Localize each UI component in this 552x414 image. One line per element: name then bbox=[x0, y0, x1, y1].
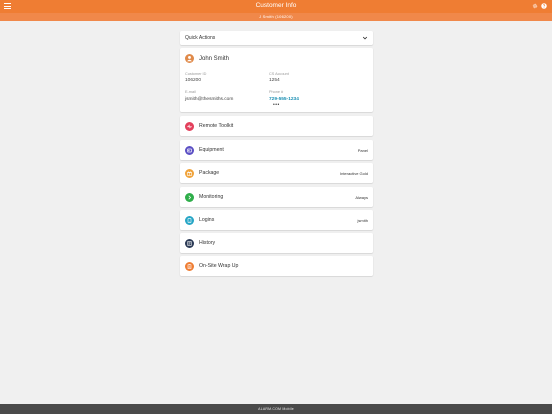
row-equipment[interactable]: Equipment Panel bbox=[180, 140, 373, 160]
gear-icon[interactable] bbox=[532, 3, 538, 9]
phone-label: Phone # bbox=[269, 90, 284, 94]
top-bar: Customer Info bbox=[0, 0, 552, 13]
row-value: Always bbox=[355, 194, 368, 200]
customer-id-value: 106200 bbox=[185, 78, 202, 83]
equipment-icon bbox=[185, 145, 194, 155]
row-label: Monitoring bbox=[199, 194, 224, 200]
row-monitoring[interactable]: Monitoring Always bbox=[180, 187, 373, 207]
row-remote-toolkit[interactable]: Remote Toolkit bbox=[180, 116, 373, 136]
customer-subtitle: J Smith (106200) bbox=[259, 13, 293, 19]
avatar bbox=[185, 54, 194, 63]
email-label: E-mail bbox=[185, 90, 196, 94]
help-icon[interactable] bbox=[541, 3, 547, 9]
customer-id-label: Customer ID bbox=[185, 72, 207, 76]
customer-name: John Smith bbox=[199, 55, 230, 62]
row-label: Equipment bbox=[199, 147, 224, 153]
customer-card: John Smith Customer ID 106200 CS Account… bbox=[180, 48, 373, 112]
footer-bar: ALARM.COM Mobile bbox=[0, 404, 552, 414]
package-icon bbox=[185, 168, 194, 178]
row-label: Logins bbox=[199, 217, 215, 223]
brand-logo: ALARM.COM Mobile bbox=[258, 406, 294, 411]
monitoring-icon bbox=[185, 192, 194, 202]
row-history[interactable]: History bbox=[180, 233, 373, 253]
email-value[interactable]: jsmith@thesmiths.com bbox=[185, 97, 233, 102]
logins-icon bbox=[185, 215, 194, 225]
row-label: Package bbox=[199, 170, 220, 176]
chevron-down-icon bbox=[362, 36, 368, 40]
row-on-site-wrap-up[interactable]: On-Site Wrap Up bbox=[180, 256, 373, 276]
row-label: On-Site Wrap Up bbox=[199, 263, 239, 269]
row-value: Panel bbox=[357, 147, 368, 153]
clipboard-icon bbox=[185, 261, 194, 271]
user-icon bbox=[186, 55, 193, 62]
row-label: Remote Toolkit bbox=[199, 123, 234, 129]
quick-actions-label: Quick Actions bbox=[185, 35, 216, 41]
row-label: History bbox=[199, 240, 216, 246]
subtitle-bar: J Smith (106200) bbox=[0, 13, 552, 21]
page-title: Customer Info bbox=[255, 2, 297, 9]
row-package[interactable]: Package Interactive Gold bbox=[180, 163, 373, 183]
row-value: Interactive Gold bbox=[339, 170, 368, 176]
more-options-icon[interactable]: ••• bbox=[273, 102, 280, 108]
remote-toolkit-icon bbox=[185, 121, 194, 131]
row-logins[interactable]: Logins jsmith bbox=[180, 210, 373, 230]
quick-actions-dropdown[interactable]: Quick Actions bbox=[180, 31, 373, 45]
cs-account-value: 1254 bbox=[269, 78, 280, 83]
row-value: jsmith bbox=[357, 217, 368, 223]
cs-account-label: CS Account bbox=[269, 72, 289, 76]
history-icon bbox=[185, 238, 194, 248]
